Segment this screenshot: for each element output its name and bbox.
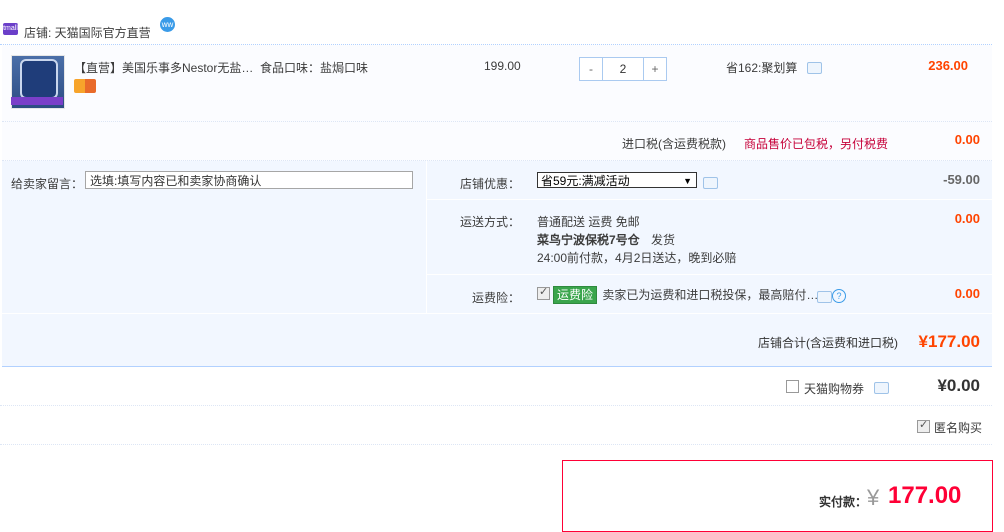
promo-text: 省162:聚划算 xyxy=(726,61,798,75)
coupon-label: 天猫购物券 xyxy=(804,382,865,396)
message-icon[interactable] xyxy=(703,177,718,189)
shop-total-row: 店铺合计(含运费和进口税) ¥177.00 xyxy=(2,314,992,367)
insurance-tag: 运费险 xyxy=(553,286,598,304)
wangwang-icon[interactable]: ww xyxy=(160,17,175,32)
insurance-label: 运费险： xyxy=(471,291,520,305)
currency-symbol: ¥ xyxy=(867,485,880,510)
shipping-eta: 24:00前付款，4月2日送达，晚到必赔 xyxy=(537,251,737,265)
shop-name[interactable]: 店铺: 天猫国际官方直营 xyxy=(24,24,151,41)
discount-select[interactable]: 省59元:满减活动 ▼ xyxy=(537,172,697,188)
memo-label: 给卖家留言： xyxy=(11,177,84,191)
insurance-info: 运费险 卖家已为运费和进口税投保，最高赔付… xyxy=(553,286,819,304)
item-subtotal: 236.00 xyxy=(928,58,968,73)
payment-summary: 实付款： ¥ 177.00 xyxy=(562,460,993,532)
shipping-value: 0.00 xyxy=(954,211,980,226)
import-tax-label: 进口税(含运费税款) xyxy=(622,137,726,151)
qty-minus-button[interactable]: - xyxy=(580,58,602,80)
message-icon[interactable] xyxy=(874,382,889,394)
shop-header: tmall 店铺: 天猫国际官方直营 ww xyxy=(0,17,992,45)
insurance-value: 0.00 xyxy=(954,286,980,301)
import-tax-note: 商品售价已包税，另付税费 xyxy=(744,137,889,151)
qty-input[interactable]: 2 xyxy=(602,58,644,80)
discount-label: 店铺优惠： xyxy=(459,177,520,191)
product-sku: 食品口味：盐焗口味 xyxy=(260,61,369,75)
promo-info: 省162:聚划算 xyxy=(726,59,822,76)
payment-label: 实付款： xyxy=(819,495,868,509)
qty-plus-button[interactable]: + xyxy=(644,58,666,80)
quantity-stepper: - 2 + xyxy=(579,57,667,81)
seller-memo-panel: 给卖家留言： 选填:填写内容已和卖家协商确认 xyxy=(2,161,426,313)
chevron-down-icon: ▼ xyxy=(683,176,692,186)
message-icon[interactable] xyxy=(806,62,822,74)
shop-total-label: 店铺合计(含运费和进口税) xyxy=(758,336,898,350)
product-thumbnail-caption xyxy=(11,97,63,105)
discount-selected: 省59元:满减活动 xyxy=(541,174,630,188)
shipping-warehouse: 菜鸟宁波保税7号仓 xyxy=(537,233,640,247)
divider xyxy=(427,199,992,200)
item-row: 【直营】美国乐事多Nestor无盐… 食品口味：盐焗口味 199.00 - 2 … xyxy=(2,45,992,122)
memo-input[interactable]: 选填:填写内容已和卖家协商确认 xyxy=(85,171,413,189)
message-icon[interactable] xyxy=(817,291,832,303)
payment-value: 177.00 xyxy=(888,482,962,509)
anonymous-row: 匿名购买 xyxy=(0,406,992,445)
anonymous-checkbox[interactable] xyxy=(917,418,930,433)
divider xyxy=(427,274,992,275)
discount-value: -59.00 xyxy=(943,172,980,187)
shipping-dispatch: 发货 xyxy=(651,233,676,247)
anonymous-label[interactable]: 匿名购买 xyxy=(934,419,982,436)
product-jar-image xyxy=(20,59,58,99)
card-payment-icon xyxy=(74,79,96,93)
help-icon[interactable]: ? xyxy=(832,289,846,303)
insurance-checkbox[interactable] xyxy=(537,285,550,300)
insurance-text: 卖家已为运费和进口税投保，最高赔付… xyxy=(602,288,819,302)
unit-price: 199.00 xyxy=(484,59,521,73)
shipping-label: 运送方式： xyxy=(459,215,520,229)
tmall-logo-icon: tmall xyxy=(3,23,18,35)
import-tax-value: 0.00 xyxy=(954,132,980,147)
shipping-warehouse-line: 菜鸟宁波保税7号仓 发货 xyxy=(537,231,675,248)
coupon-value: ¥0.00 xyxy=(937,376,980,395)
shipping-method: 普通配送 运费 免邮 xyxy=(537,215,640,229)
shop-total-value: ¥177.00 xyxy=(918,332,980,351)
coupon-checkbox[interactable] xyxy=(786,380,799,393)
product-title[interactable]: 【直营】美国乐事多Nestor无盐… xyxy=(74,59,254,76)
import-tax-row: 进口税(含运费税款) 商品售价已包税，另付税费 0.00 xyxy=(2,122,992,161)
coupon-row: 天猫购物券 ¥0.00 xyxy=(0,367,992,406)
